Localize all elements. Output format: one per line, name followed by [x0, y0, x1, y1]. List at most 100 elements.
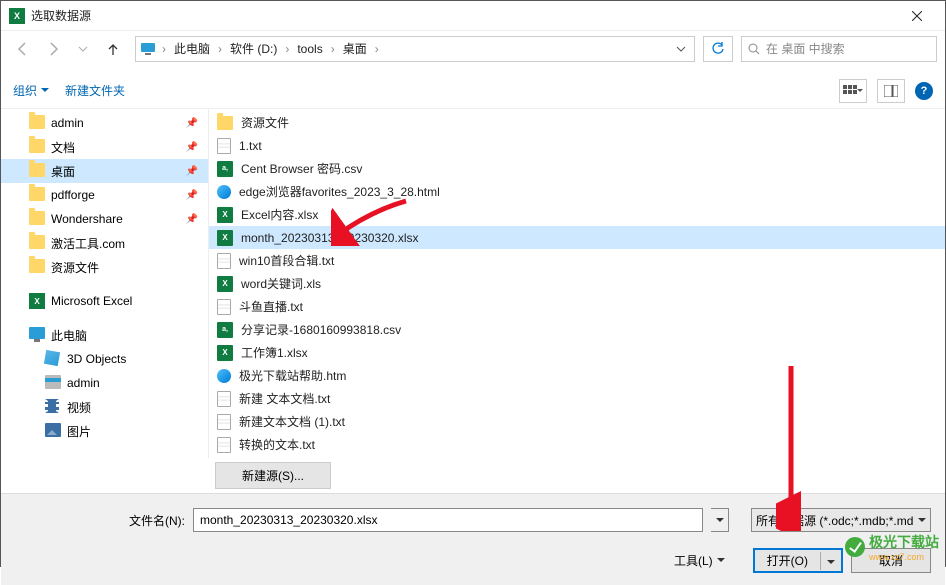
help-button[interactable]: ? [915, 82, 933, 100]
file-name: 资源文件 [241, 114, 289, 131]
pin-icon: 📌 [186, 142, 198, 153]
up-button[interactable] [99, 35, 127, 63]
crumb-desktop[interactable]: 桌面 [337, 37, 373, 61]
organize-label: 组织 [13, 82, 37, 99]
filename-label: 文件名(N): [15, 512, 185, 529]
filter-label: 所有数据源 (*.odc;*.mdb;*.md [756, 512, 913, 529]
view-icons-button[interactable] [839, 79, 867, 103]
file-name: edge浏览器favorites_2023_3_28.html [239, 183, 440, 200]
filename-dropdown[interactable] [711, 508, 729, 532]
file-list: 资源文件1.txta,Cent Browser 密码.csvedge浏览器fav… [209, 109, 945, 458]
cancel-button[interactable]: 取消 [851, 548, 931, 573]
sidebar-item[interactable]: 图片 [1, 419, 208, 443]
new-folder-button[interactable]: 新建文件夹 [65, 82, 125, 99]
file-item[interactable]: 新建 文本文档.txt [209, 387, 945, 410]
pin-icon: 📌 [186, 190, 198, 201]
refresh-button[interactable] [703, 36, 733, 62]
file-item[interactable]: X Excel内容.xlsx [209, 203, 945, 226]
file-item[interactable]: 斗鱼直播.txt [209, 295, 945, 318]
file-item[interactable]: win10首段合辑.txt [209, 249, 945, 272]
new-source-button[interactable]: 新建源(S)... [215, 462, 331, 489]
file-name: 1.txt [239, 139, 262, 153]
sidebar-item[interactable]: 视频 [1, 395, 208, 419]
file-item[interactable]: Xword关键词.xls [209, 272, 945, 295]
preview-pane-icon [884, 85, 898, 97]
text-file-icon [217, 253, 231, 269]
new-source-row: 新建源(S)... [215, 462, 945, 489]
sidebar-item[interactable]: 桌面📌 [1, 159, 208, 183]
pc-icon [140, 41, 156, 57]
navigation-bar: › 此电脑 › 软件 (D:) › tools › 桌面 › 在 桌面 中搜索 [1, 31, 945, 67]
sidebar-item-label: Wondershare [51, 212, 123, 226]
file-item[interactable]: X工作簿1.xlsx [209, 341, 945, 364]
sidebar-item[interactable]: pdfforge 📌 [1, 183, 208, 207]
breadcrumb[interactable]: › 此电脑 › 软件 (D:) › tools › 桌面 › [135, 36, 695, 62]
excel-file-icon: X [217, 276, 233, 292]
csv-file-icon: a, [217, 322, 233, 338]
file-item[interactable]: 资源文件 [209, 111, 945, 134]
open-button[interactable]: 打开(O) [753, 548, 843, 573]
pin-icon: 📌 [186, 214, 198, 225]
sidebar-item-label: admin [67, 376, 100, 390]
tools-menu[interactable]: 工具(L) [674, 552, 725, 569]
sidebar-item[interactable]: 3D Objects [1, 347, 208, 371]
titlebar: X 选取数据源 [1, 1, 945, 31]
forward-button[interactable] [39, 35, 67, 63]
crumb-tools[interactable]: tools [291, 37, 328, 61]
file-item[interactable]: 新建文本文档 (1).txt [209, 410, 945, 433]
file-item[interactable]: Xmonth_20230313_20230320.xlsx [209, 226, 945, 249]
excel-file-icon: X [217, 207, 233, 223]
file-item[interactable]: a,Cent Browser 密码.csv [209, 157, 945, 180]
file-item[interactable]: edge浏览器favorites_2023_3_28.html [209, 180, 945, 203]
sidebar-item[interactable]: admin [1, 371, 208, 395]
open-label: 打开(O) [755, 550, 820, 571]
text-file-icon [217, 414, 231, 430]
file-item[interactable]: 转换的文本.txt [209, 433, 945, 456]
footer: 文件名(N): 所有数据源 (*.odc;*.mdb;*.md 工具(L) 打开… [1, 493, 945, 585]
back-button[interactable] [9, 35, 37, 63]
file-type-filter[interactable]: 所有数据源 (*.odc;*.mdb;*.md [751, 508, 931, 532]
file-item[interactable]: 1.txt [209, 134, 945, 157]
html-file-icon [217, 369, 231, 383]
html-file-icon [217, 185, 231, 199]
chevron-down-icon [717, 558, 725, 563]
sidebar-item-thispc[interactable]: 此电脑 [1, 323, 208, 347]
sidebar-item[interactable]: admin📌 [1, 111, 208, 135]
file-name: month_20230313_20230320.xlsx [241, 231, 418, 245]
grid-view-icon [843, 85, 857, 97]
file-name: 斗鱼直播.txt [239, 298, 303, 315]
file-item[interactable]: a, 分享记录-1680160993818.csv [209, 318, 945, 341]
folder-icon [217, 116, 233, 130]
file-name: word关键词.xls [241, 275, 321, 292]
breadcrumb-dropdown[interactable] [672, 46, 690, 52]
chevron-down-icon [857, 89, 863, 93]
chevron-down-icon [918, 518, 926, 523]
file-name: Excel内容.xlsx [241, 206, 318, 223]
sidebar-item-excel[interactable]: XMicrosoft Excel [1, 289, 208, 313]
crumb-drive[interactable]: 软件 (D:) [224, 37, 283, 61]
sidebar-item[interactable]: Wondershare 📌 [1, 207, 208, 231]
chevron-down-icon [41, 88, 49, 93]
search-icon [748, 43, 760, 55]
sidebar-item[interactable]: 资源文件 [1, 255, 208, 279]
preview-pane-button[interactable] [877, 79, 905, 103]
sidebar-item[interactable]: 激活工具.com [1, 231, 208, 255]
file-item[interactable]: 极光下载站帮助.htm [209, 364, 945, 387]
filename-input[interactable] [193, 508, 703, 532]
crumb-sep-icon: › [373, 42, 381, 56]
arrow-left-icon [16, 42, 30, 56]
sidebar-item-label: 资源文件 [51, 259, 99, 276]
main-area: admin📌文档📌桌面📌pdfforge📌Wondershare📌激活工具.co… [1, 109, 945, 458]
file-name: 分享记录-1680160993818.csv [241, 321, 401, 338]
sidebar: admin📌文档📌桌面📌pdfforge📌Wondershare📌激活工具.co… [1, 109, 209, 458]
text-file-icon [217, 437, 231, 453]
recent-dropdown[interactable] [69, 35, 97, 63]
sidebar-item[interactable]: 文档📌 [1, 135, 208, 159]
file-name: Cent Browser 密码.csv [241, 160, 362, 177]
organize-menu[interactable]: 组织 [13, 82, 49, 99]
window-title: 选取数据源 [31, 7, 897, 24]
search-input[interactable]: 在 桌面 中搜索 [741, 36, 937, 62]
crumb-thispc[interactable]: 此电脑 [168, 37, 216, 61]
sidebar-item-label: pdfforge [51, 188, 95, 202]
close-button[interactable] [897, 2, 937, 30]
